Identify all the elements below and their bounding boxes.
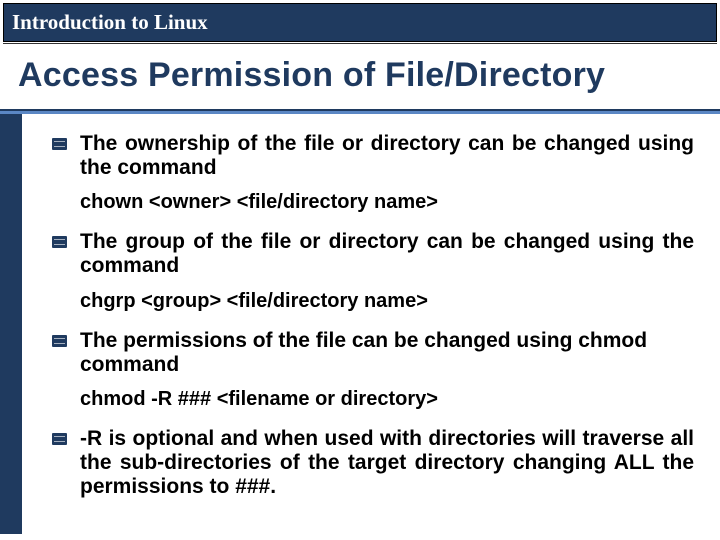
bullet-icon [52, 236, 67, 248]
command-line: chgrp <group> <file/directory name> [52, 289, 694, 313]
bullet-item: The ownership of the file or directory c… [52, 132, 694, 180]
slide-title: Access Permission of File/Directory [0, 44, 720, 109]
slide-body: The ownership of the file or directory c… [22, 114, 720, 534]
bullet-text: The group of the file or directory can b… [80, 230, 694, 278]
left-accent-bar [0, 114, 22, 534]
bullet-icon [52, 433, 67, 445]
header-bar: Introduction to Linux [3, 3, 717, 42]
command-line: chown <owner> <file/directory name> [52, 190, 694, 214]
course-title: Introduction to Linux [12, 10, 208, 34]
slide: Introduction to Linux Access Permission … [0, 3, 720, 540]
command-line: chmod -R ### <filename or directory> [52, 387, 694, 411]
bullet-item: The permissions of the file can be chang… [52, 329, 694, 377]
bullet-text: -R is optional and when used with direct… [80, 427, 694, 499]
content-wrap: The ownership of the file or directory c… [0, 114, 720, 534]
bullet-list: The ownership of the file or directory c… [52, 132, 694, 499]
bullet-item: -R is optional and when used with direct… [52, 427, 694, 499]
bullet-icon [52, 335, 67, 347]
bullet-icon [52, 138, 67, 150]
bullet-text: The permissions of the file can be chang… [80, 329, 694, 377]
bullet-item: The group of the file or directory can b… [52, 230, 694, 278]
bullet-text: The ownership of the file or directory c… [80, 132, 694, 180]
